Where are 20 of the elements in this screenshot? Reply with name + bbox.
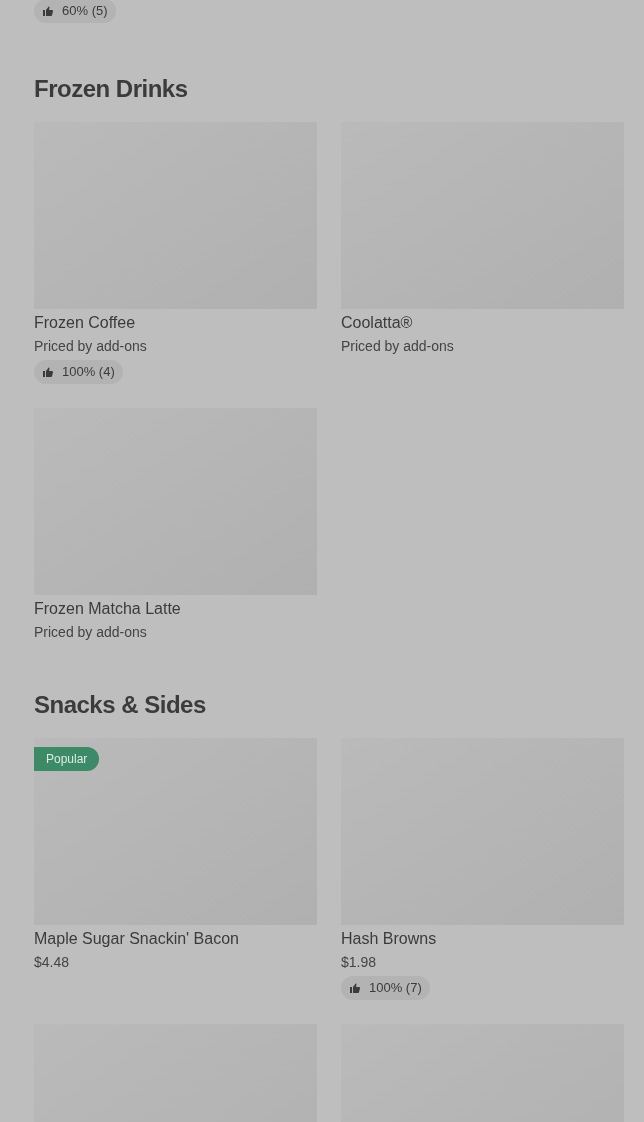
item-price: $1.98 bbox=[341, 953, 377, 972]
item-name: Frozen Matcha Latte bbox=[34, 599, 181, 619]
item-price: Priced by add-ons bbox=[341, 337, 454, 356]
thumbs-up-icon bbox=[42, 366, 54, 378]
item-name: Maple Sugar Snackin' Bacon bbox=[34, 929, 239, 949]
item-name: Hash Browns bbox=[341, 929, 437, 949]
item-price: Priced by add-ons bbox=[34, 623, 147, 642]
thumbs-up-icon bbox=[349, 982, 361, 994]
rating-pill: 100% (4) bbox=[34, 360, 123, 384]
rating-pill: 100% (7) bbox=[341, 976, 430, 1000]
popular-badge: Popular bbox=[34, 747, 100, 771]
item-price: $4.48 bbox=[34, 953, 70, 972]
item-name: Coolatta® bbox=[341, 313, 413, 333]
item-price: Priced by add-ons bbox=[34, 337, 147, 356]
section-heading: Snacks & Sides bbox=[34, 690, 207, 720]
item-image-placeholder[interactable]: Popular bbox=[34, 738, 317, 925]
section-heading: Frozen Drinks bbox=[34, 74, 189, 104]
item-name: Frozen Coffee bbox=[34, 313, 136, 333]
thumbs-up-icon bbox=[42, 5, 54, 17]
rating-pill: 60% (5) bbox=[34, 0, 116, 23]
